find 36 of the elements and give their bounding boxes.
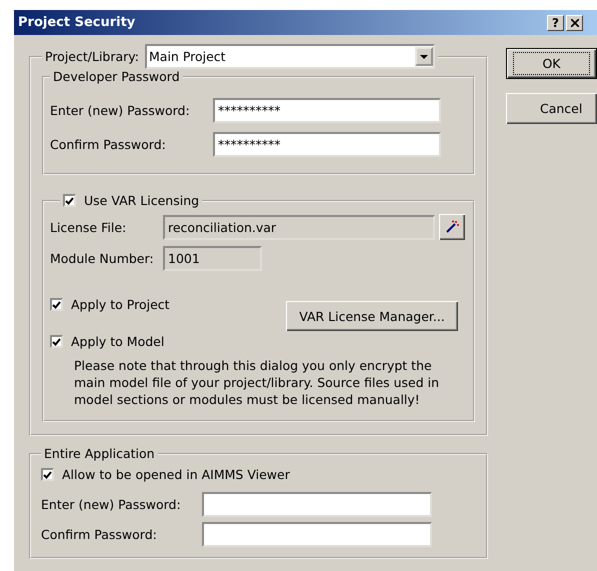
window-title: Project Security — [18, 15, 136, 30]
dialog-button[interactable]: Cancel — [506, 93, 597, 124]
password-field[interactable] — [202, 522, 432, 547]
password-field[interactable] — [202, 492, 432, 517]
checkbox[interactable] — [41, 468, 54, 481]
dropdown-button[interactable] — [415, 47, 433, 66]
wand-button[interactable] — [439, 214, 465, 240]
project-dropdown[interactable]: Main Project — [145, 44, 435, 69]
close-icon — [570, 18, 578, 26]
password-field[interactable]: ********** — [213, 132, 441, 157]
checkbox-label: Use VAR Licensing — [84, 193, 200, 208]
license-file-field[interactable]: reconciliation.var — [163, 214, 435, 240]
close-button[interactable] — [566, 14, 583, 30]
checkbox[interactable] — [50, 298, 63, 311]
caret-icon — [420, 54, 428, 58]
field-label: Module Number: — [50, 251, 155, 266]
password-field[interactable]: ********** — [213, 98, 441, 123]
checkbox[interactable] — [63, 194, 76, 207]
dialog-button[interactable]: OK — [506, 48, 597, 79]
group-title: Developer Password — [53, 69, 180, 84]
checkbox[interactable] — [50, 335, 63, 348]
magic-wand-icon — [445, 220, 459, 234]
field-label: Enter (new) Password: — [41, 497, 182, 512]
checkbox-label: Apply to Project — [71, 297, 170, 312]
module-number-field[interactable]: 1001 — [163, 246, 262, 271]
var-license-manager-button[interactable]: VAR License Manager... — [286, 301, 458, 331]
field-label: Confirm Password: — [50, 137, 167, 152]
checkbox-label: Allow to be opened in AIMMS Viewer — [62, 467, 290, 482]
note-text: Please note that through this dialog you only encrypt the main model file of your project/library. Source files used in model sections or modules must be licensed manually! — [74, 357, 440, 408]
help-button[interactable]: ? — [547, 14, 564, 30]
checkbox-label: Apply to Model — [71, 334, 164, 349]
field-label: License File: — [50, 220, 128, 234]
project-label: Project/Library: — [45, 49, 139, 64]
field-label: Confirm Password: — [41, 527, 158, 542]
field-label: Enter (new) Password: — [50, 103, 191, 118]
group-title: Entire Application — [44, 446, 155, 461]
